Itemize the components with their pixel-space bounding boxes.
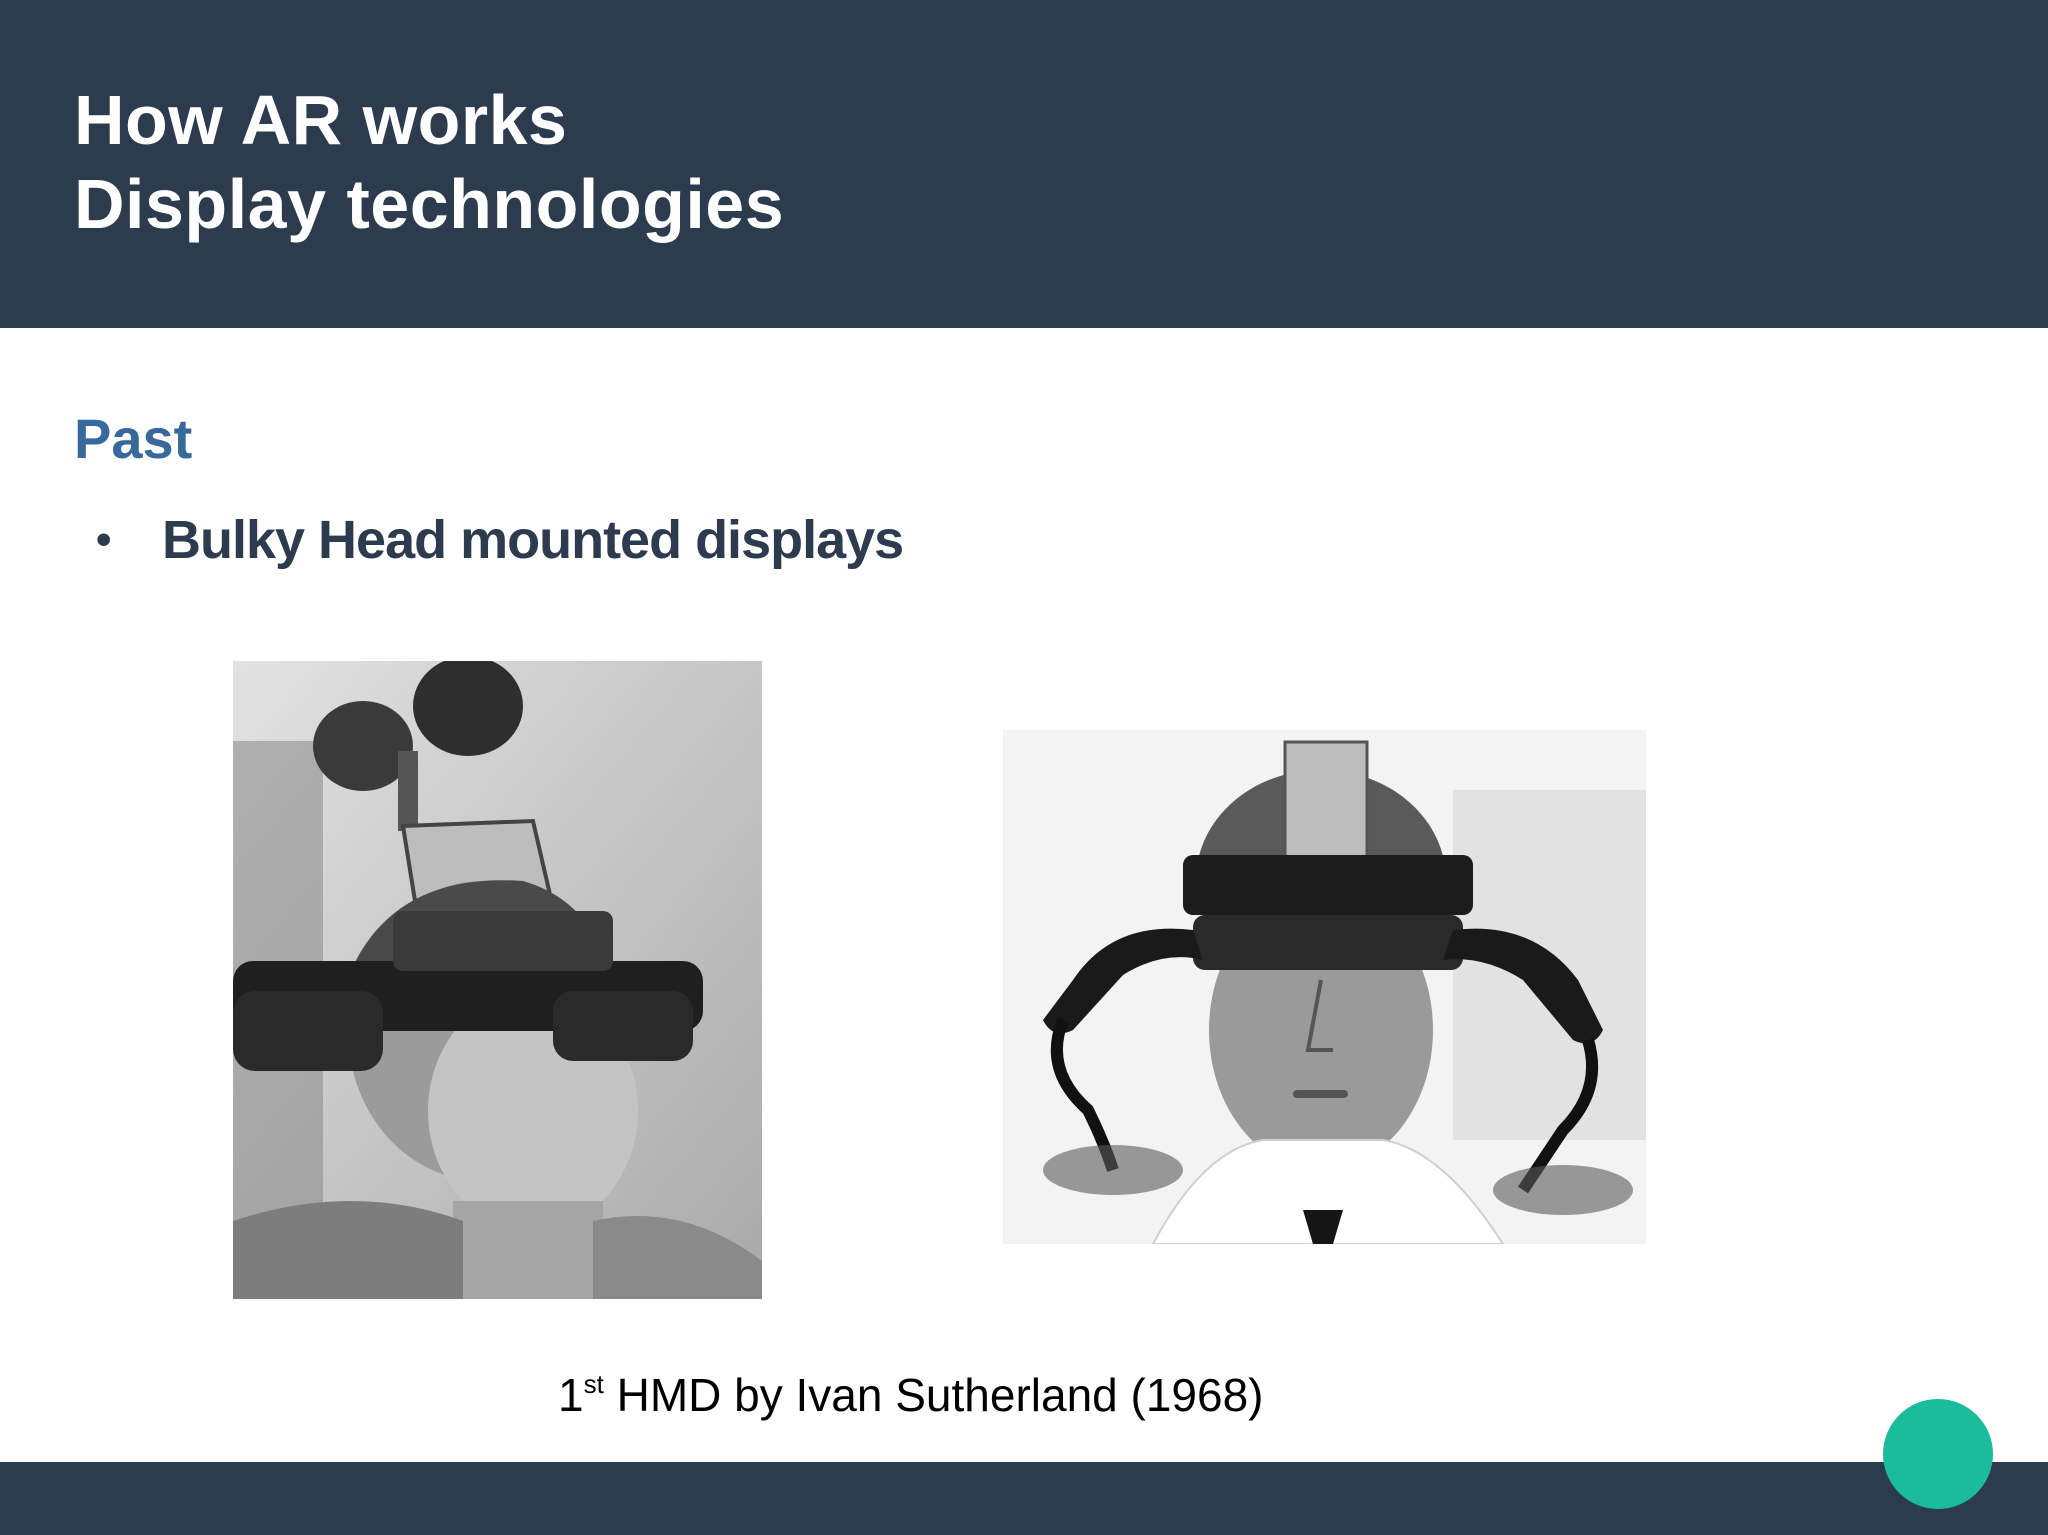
slide-title: How AR works Display technologies <box>74 78 784 246</box>
slide-footer-bar <box>0 1462 2048 1535</box>
bullet-marker: • <box>96 515 111 564</box>
accent-circle <box>1883 1399 1993 1509</box>
title-line-2: Display technologies <box>74 165 785 243</box>
photo-illustration <box>233 661 762 1299</box>
bullet-text: Bulky Head mounted displays <box>162 510 904 570</box>
caption-ordinal-number: 1 <box>558 1369 584 1421</box>
caption-text: HMD by Ivan Sutherland (1968) <box>603 1369 1264 1421</box>
bullet-item: • Bulky Head mounted displays <box>96 505 904 575</box>
image-caption: 1st HMD by Ivan Sutherland (1968) <box>558 1364 1263 1426</box>
title-line-1: How AR works <box>74 81 568 159</box>
hmd-photo-front-view <box>1003 730 1646 1244</box>
section-heading: Past <box>74 407 193 470</box>
slide-header: How AR works Display technologies <box>0 0 2048 328</box>
photo-illustration-front <box>1003 730 1646 1244</box>
caption-ordinal-suffix: st <box>583 1369 604 1399</box>
hmd-photo-side-view <box>233 661 762 1299</box>
